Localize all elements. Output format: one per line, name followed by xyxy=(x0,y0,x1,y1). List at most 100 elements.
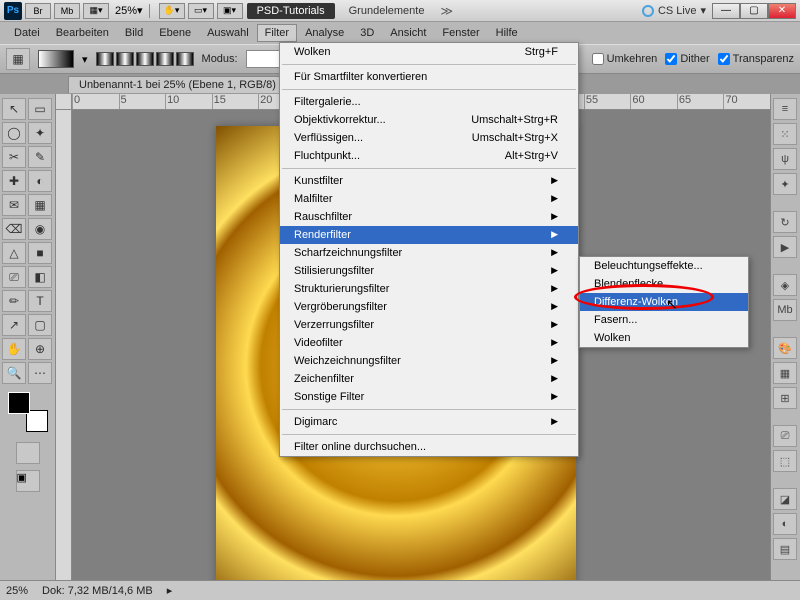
hand-tool-button[interactable]: ✋▾ xyxy=(159,3,185,19)
bridge-button[interactable]: Br xyxy=(25,3,51,19)
menuitem-filtergalerie-[interactable]: Filtergalerie... xyxy=(280,93,578,111)
tool-button[interactable]: ◯ xyxy=(2,122,26,144)
tool-button[interactable]: ⋯ xyxy=(28,362,52,384)
menu-auswahl[interactable]: Auswahl xyxy=(199,24,257,42)
dither-checkbox[interactable]: Dither xyxy=(665,53,709,65)
panel-icon[interactable]: ▶ xyxy=(773,236,797,258)
menu-filter[interactable]: Filter xyxy=(257,24,297,42)
transparenz-checkbox[interactable]: Transparenz xyxy=(718,53,794,65)
menuitem-filter-online-durchsuchen-[interactable]: Filter online durchsuchen... xyxy=(280,438,578,456)
screenmode-button[interactable]: ▦▾ xyxy=(83,3,109,19)
foreground-background-colors[interactable] xyxy=(8,392,48,432)
close-button[interactable]: ✕ xyxy=(768,3,796,19)
tool-button[interactable]: ⎚ xyxy=(2,266,26,288)
minibridge-button[interactable]: Mb xyxy=(54,3,80,19)
menuitem-videofilter[interactable]: Videofilter▶ xyxy=(280,334,578,352)
panel-icon[interactable]: ◪ xyxy=(773,488,797,510)
menu-analyse[interactable]: Analyse xyxy=(297,24,352,42)
panel-icon[interactable]: ◐ xyxy=(773,513,797,535)
menuitem-wolken[interactable]: WolkenStrg+F xyxy=(280,43,578,61)
panel-icon[interactable]: ▤ xyxy=(773,538,797,560)
tool-button[interactable]: ⌫ xyxy=(2,218,26,240)
document-tab[interactable]: Unbenannt-1 bei 25% (Ebene 1, RGB/8) xyxy=(68,76,287,93)
menuitem-verfl-ssigen-[interactable]: Verflüssigen...Umschalt+Strg+X xyxy=(280,129,578,147)
panel-icon[interactable]: ↻ xyxy=(773,211,797,233)
panel-icon[interactable]: Mb xyxy=(773,299,797,321)
tool-button[interactable]: ⊕ xyxy=(28,338,52,360)
status-arrow-icon[interactable]: ▸ xyxy=(167,584,173,597)
menuitem-stilisierungsfilter[interactable]: Stilisierungsfilter▶ xyxy=(280,262,578,280)
maximize-button[interactable]: ▢ xyxy=(740,3,768,19)
screen-button[interactable]: ▣▾ xyxy=(217,3,243,19)
tool-button[interactable]: ▢ xyxy=(28,314,52,336)
menuitem-verzerrungsfilter[interactable]: Verzerrungsfilter▶ xyxy=(280,316,578,334)
panel-icon[interactable]: ✦ xyxy=(773,173,797,195)
tool-button[interactable]: ✚ xyxy=(2,170,26,192)
tool-button[interactable]: 🔍 xyxy=(2,362,26,384)
menu-bild[interactable]: Bild xyxy=(117,24,151,42)
umkehren-checkbox[interactable]: Umkehren xyxy=(592,53,658,65)
menuitem-objektivkorrektur-[interactable]: Objektivkorrektur...Umschalt+Strg+R xyxy=(280,111,578,129)
radial-gradient-button[interactable] xyxy=(116,52,134,66)
menuitem-rauschfilter[interactable]: Rauschfilter▶ xyxy=(280,208,578,226)
tool-button[interactable]: ↖ xyxy=(2,98,26,120)
tool-button[interactable]: ▦ xyxy=(28,194,52,216)
zoom-level[interactable]: 25% xyxy=(115,5,137,17)
tool-button[interactable]: ✋ xyxy=(2,338,26,360)
tool-button[interactable]: T xyxy=(28,290,52,312)
panel-icon[interactable]: ≡ xyxy=(773,98,797,120)
menuitem-malfilter[interactable]: Malfilter▶ xyxy=(280,190,578,208)
panel-icon[interactable]: ⁙ xyxy=(773,123,797,145)
angle-gradient-button[interactable] xyxy=(136,52,154,66)
cslive-button[interactable]: CS Live ▾ xyxy=(642,4,706,17)
tool-button[interactable]: ✂ xyxy=(2,146,26,168)
panel-icon[interactable]: ψ xyxy=(773,148,797,170)
tool-button[interactable]: ✦ xyxy=(28,122,52,144)
tool-button[interactable]: ✏ xyxy=(2,290,26,312)
tool-button[interactable]: ◐ xyxy=(28,170,52,192)
workspace-psd-tutorials[interactable]: PSD-Tutorials xyxy=(247,3,335,19)
menu-3d[interactable]: 3D xyxy=(352,24,382,42)
gradient-tool-icon[interactable]: ▦ xyxy=(6,48,30,70)
menuitem-weichzeichnungsfilter[interactable]: Weichzeichnungsfilter▶ xyxy=(280,352,578,370)
menuitem-strukturierungsfilter[interactable]: Strukturierungsfilter▶ xyxy=(280,280,578,298)
tool-button[interactable]: ■ xyxy=(28,242,52,264)
menu-datei[interactable]: Datei xyxy=(6,24,48,42)
tool-button[interactable]: △ xyxy=(2,242,26,264)
tool-button[interactable]: ↗ xyxy=(2,314,26,336)
tool-button[interactable]: ▭ xyxy=(28,98,52,120)
panel-icon[interactable]: ▦ xyxy=(773,362,797,384)
minimize-button[interactable]: — xyxy=(712,3,740,19)
diamond-gradient-button[interactable] xyxy=(176,52,194,66)
menuitem-kunstfilter[interactable]: Kunstfilter▶ xyxy=(280,172,578,190)
menuitem-beleuchtungseffekte-[interactable]: Beleuchtungseffekte... xyxy=(580,257,748,275)
menu-fenster[interactable]: Fenster xyxy=(434,24,487,42)
tool-button[interactable]: ◧ xyxy=(28,266,52,288)
menuitem-renderfilter[interactable]: Renderfilter▶ xyxy=(280,226,578,244)
workspace-more-icon[interactable]: ≫ xyxy=(440,4,453,18)
menu-hilfe[interactable]: Hilfe xyxy=(488,24,526,42)
status-dok[interactable]: Dok: 7,32 MB/14,6 MB xyxy=(42,585,153,597)
tool-button[interactable]: ✎ xyxy=(28,146,52,168)
panel-icon[interactable]: ⊞ xyxy=(773,387,797,409)
dropdown-icon[interactable]: ▾ xyxy=(137,4,143,17)
menuitem-digimarc[interactable]: Digimarc▶ xyxy=(280,413,578,431)
panel-icon[interactable]: ⬚ xyxy=(773,450,797,472)
menuitem-vergr-berungsfilter[interactable]: Vergröberungsfilter▶ xyxy=(280,298,578,316)
menuitem-wolken[interactable]: Wolken xyxy=(580,329,748,347)
reflected-gradient-button[interactable] xyxy=(156,52,174,66)
menuitem-differenz-wolken[interactable]: Differenz-Wolken xyxy=(580,293,748,311)
dropdown-icon[interactable]: ▾ xyxy=(82,53,88,66)
panel-icon[interactable]: ⎚ xyxy=(773,425,797,447)
menu-ansicht[interactable]: Ansicht xyxy=(382,24,434,42)
menuitem-fasern-[interactable]: Fasern... xyxy=(580,311,748,329)
menuitem-scharfzeichnungsfilter[interactable]: Scharfzeichnungsfilter▶ xyxy=(280,244,578,262)
menuitem-f-r-smartfilter-konvertieren[interactable]: Für Smartfilter konvertieren xyxy=(280,68,578,86)
menuitem-sonstige-filter[interactable]: Sonstige Filter▶ xyxy=(280,388,578,406)
menu-ebene[interactable]: Ebene xyxy=(151,24,199,42)
menuitem-zeichenfilter[interactable]: Zeichenfilter▶ xyxy=(280,370,578,388)
foreground-color[interactable] xyxy=(8,392,30,414)
panel-icon[interactable]: ◈ xyxy=(773,274,797,296)
menuitem-blendenflecke-[interactable]: Blendenflecke... xyxy=(580,275,748,293)
menu-bearbeiten[interactable]: Bearbeiten xyxy=(48,24,117,42)
